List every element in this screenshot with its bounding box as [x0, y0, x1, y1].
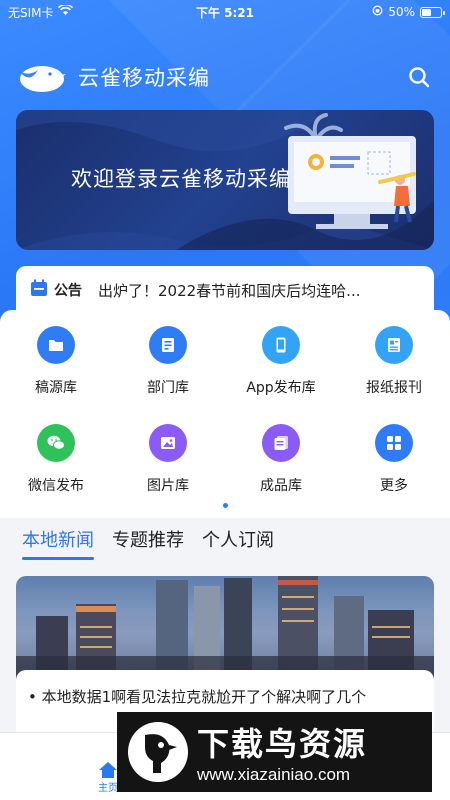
function-grid: 稿源库 部门库 App发布库 报纸报刊 微信发布 图片库 成品库 更多	[0, 310, 450, 518]
stack-icon	[262, 424, 300, 462]
grid-label: 成品库	[260, 478, 302, 494]
image-icon	[149, 424, 187, 462]
document-icon	[149, 326, 187, 364]
app-header: 云雀移动采编	[16, 58, 434, 96]
calendar-icon	[30, 279, 48, 301]
announcement-text[interactable]: 出炉了！2022春节前和国庆后均连哈...	[98, 280, 420, 301]
announcement-bar[interactable]: 公告 出炉了！2022春节前和国庆后均连哈...	[16, 266, 434, 314]
grid-item-more[interactable]: 更多	[338, 424, 450, 495]
tab-personal-subscription[interactable]: 个人订阅	[202, 526, 274, 560]
watermark-url: www.xiazainiao.com	[197, 765, 351, 784]
site-watermark: 下载鸟资源 www.xiazainiao.com	[117, 712, 432, 792]
lark-logo-icon	[16, 60, 68, 94]
grid-item-app-publish[interactable]: App发布库	[225, 326, 337, 397]
grid-item-department-library[interactable]: 部门库	[112, 326, 224, 397]
clock: 下午 5:21	[195, 5, 255, 20]
grid-item-wechat-publish[interactable]: 微信发布	[0, 424, 112, 495]
search-icon	[409, 67, 430, 88]
grid-item-newspaper[interactable]: 报纸报刊	[338, 326, 450, 397]
more-grid-icon	[375, 424, 413, 462]
newspaper-icon	[375, 326, 413, 364]
nav-home-label: 主页	[98, 783, 118, 794]
grid-item-finished-library[interactable]: 成品库	[225, 424, 337, 495]
bird-logo-icon	[123, 717, 193, 787]
grid-item-image-library[interactable]: 图片库	[112, 424, 224, 495]
nav-home[interactable]: 主页	[98, 761, 118, 794]
news-tabs: 本地新闻 专题推荐 个人订阅	[22, 526, 274, 560]
phone-icon	[262, 326, 300, 364]
grid-label: 图片库	[147, 478, 189, 494]
status-bar: 无SIM卡 下午 5:21 50%	[0, 0, 450, 24]
wechat-icon	[37, 424, 75, 462]
banner-text: 欢迎登录云雀移动采编	[71, 167, 291, 191]
grid-label: 部门库	[147, 380, 189, 396]
grid-label: 微信发布	[28, 478, 84, 494]
grid-label: App发布库	[246, 380, 316, 396]
tab-topic-recommend[interactable]: 专题推荐	[112, 526, 184, 560]
announcement-label: 公告	[54, 283, 82, 299]
welcome-banner[interactable]: 欢迎登录云雀移动采编	[16, 110, 434, 250]
tab-local-news[interactable]: 本地新闻	[22, 526, 94, 560]
folder-icon	[37, 326, 75, 364]
battery-icon	[420, 6, 445, 18]
app-title: 云雀移动采编	[78, 66, 210, 90]
grid-label: 更多	[380, 478, 408, 494]
home-icon	[99, 762, 117, 778]
watermark-title: 下载鸟资源	[197, 725, 368, 763]
grid-item-source-library[interactable]: 稿源库	[0, 326, 112, 397]
search-button[interactable]	[404, 62, 434, 92]
grid-label: 报纸报刊	[366, 380, 422, 396]
page-indicator-dot	[223, 503, 228, 508]
grid-label: 稿源库	[35, 380, 77, 396]
